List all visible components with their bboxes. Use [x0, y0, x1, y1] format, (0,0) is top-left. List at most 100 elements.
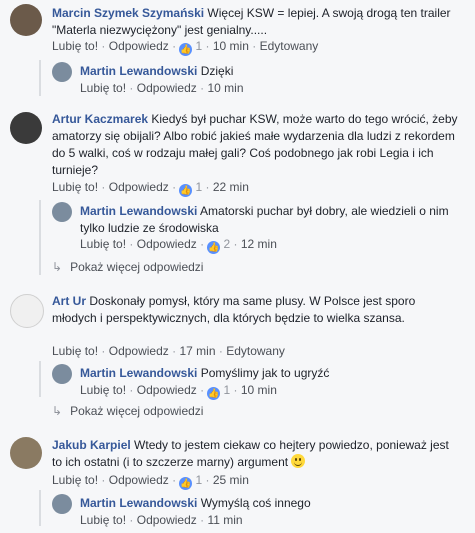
avatar[interactable]	[52, 364, 72, 384]
separator: ·	[200, 237, 205, 251]
like-count[interactable]: 1	[195, 39, 202, 53]
edited-label[interactable]: Edytowany	[260, 39, 319, 53]
separator: ·	[101, 473, 106, 487]
reply-actions: Lubię to! · Odpowiedz · 👍 1 · 10 min	[80, 382, 277, 400]
separator: ·	[129, 383, 134, 397]
comment-text: Doskonały pomysł, który ma same plusy. W…	[52, 294, 416, 325]
reply-link[interactable]: Odpowiedz	[109, 344, 169, 358]
like-link[interactable]: Lubię to!	[80, 383, 126, 397]
separator: ·	[233, 237, 238, 251]
reply-actions: Lubię to! · Odpowiedz · 👍 2 · 12 min	[80, 236, 277, 254]
reply-link[interactable]: Odpowiedz	[109, 473, 169, 487]
reply-thread-line	[39, 60, 41, 96]
reply-thread-line	[39, 361, 41, 397]
separator: ·	[205, 180, 210, 194]
timestamp[interactable]: 17 min	[179, 344, 215, 358]
comment-body: Artur Kaczmarek Kiedyś był puchar KSW, m…	[52, 111, 462, 179]
separator: ·	[172, 344, 177, 358]
reply-author[interactable]: Martin Lewandowski	[80, 496, 197, 510]
comment-actions: Lubię to! · Odpowiedz · 👍 1 · 22 min	[52, 179, 249, 197]
reply-body: Martin Lewandowski Dzięki	[80, 63, 460, 80]
like-count[interactable]: 1	[223, 383, 230, 397]
reply-body: Martin Lewandowski Amatorski puchar był …	[80, 203, 460, 237]
separator: ·	[200, 513, 205, 527]
show-more-replies-link[interactable]: ↳ Pokaż więcej odpowiedzi	[52, 403, 203, 419]
comment-author[interactable]: Marcin Szymek Szymański	[52, 6, 204, 20]
reply-link[interactable]: Odpowiedz	[137, 383, 197, 397]
like-count[interactable]: 2	[223, 237, 230, 251]
reply-text: Wymyślą coś innego	[200, 496, 311, 510]
separator: ·	[129, 81, 134, 95]
comment-author[interactable]: Jakub Karpiel	[52, 438, 131, 452]
thumbs-up-icon[interactable]: 👍	[179, 43, 193, 56]
comment-author[interactable]: Artur Kaczmarek	[52, 112, 148, 126]
like-link[interactable]: Lubię to!	[52, 344, 98, 358]
reply-link[interactable]: Odpowiedz	[109, 39, 169, 53]
avatar[interactable]	[52, 202, 72, 222]
reply-author[interactable]: Martin Lewandowski	[80, 204, 197, 218]
separator: ·	[101, 39, 106, 53]
avatar[interactable]	[52, 494, 72, 514]
separator: ·	[129, 513, 134, 527]
show-more-replies-link[interactable]: ↳ Pokaż więcej odpowiedzi	[52, 259, 203, 275]
separator: ·	[172, 180, 177, 194]
separator: ·	[172, 39, 177, 53]
comment-body: Marcin Szymek Szymański Więcej KSW = lep…	[52, 5, 462, 39]
like-link[interactable]: Lubię to!	[52, 39, 98, 53]
smile-emoji-icon	[291, 454, 306, 468]
avatar[interactable]	[10, 4, 42, 36]
reply-author[interactable]: Martin Lewandowski	[80, 64, 197, 78]
like-link[interactable]: Lubię to!	[52, 473, 98, 487]
reply-body: Martin Lewandowski Wymyślą coś innego	[80, 495, 460, 512]
comment-body: Jakub Karpiel Wtedy to jestem ciekaw co …	[52, 437, 462, 471]
comment-actions: Lubię to! · Odpowiedz · 17 min · Edytowa…	[52, 343, 285, 359]
avatar[interactable]	[10, 294, 44, 328]
reply-link[interactable]: Odpowiedz	[137, 81, 197, 95]
like-link[interactable]: Lubię to!	[80, 513, 126, 527]
show-more-replies-label[interactable]: Pokaż więcej odpowiedzi	[70, 404, 203, 418]
separator: ·	[205, 39, 210, 53]
edited-label[interactable]: Edytowany	[226, 344, 285, 358]
reply-link[interactable]: Odpowiedz	[137, 237, 197, 251]
timestamp[interactable]: 10 min	[241, 383, 277, 397]
separator: ·	[101, 344, 106, 358]
like-count[interactable]: 1	[195, 473, 202, 487]
reply-author[interactable]: Martin Lewandowski	[80, 366, 197, 380]
separator: ·	[233, 383, 238, 397]
avatar[interactable]	[10, 437, 42, 469]
like-link[interactable]: Lubię to!	[80, 81, 126, 95]
timestamp[interactable]: 11 min	[207, 513, 242, 527]
separator: ·	[200, 383, 205, 397]
separator: ·	[172, 473, 177, 487]
timestamp[interactable]: 12 min	[241, 237, 277, 251]
reply-link[interactable]: Odpowiedz	[109, 180, 169, 194]
reply-arrow-icon: ↳	[52, 260, 63, 274]
reply-thread-line	[39, 200, 41, 275]
separator: ·	[218, 344, 223, 358]
show-more-replies-label[interactable]: Pokaż więcej odpowiedzi	[70, 260, 203, 274]
separator: ·	[101, 180, 106, 194]
separator: ·	[200, 81, 205, 95]
reply-actions: Lubię to! · Odpowiedz · 11 min	[80, 512, 243, 528]
timestamp[interactable]: 22 min	[213, 180, 249, 194]
reply-actions: Lubię to! · Odpowiedz · 10 min	[80, 80, 244, 96]
timestamp[interactable]: 25 min	[213, 473, 249, 487]
thumbs-up-icon[interactable]: 👍	[207, 387, 221, 400]
comment-body: Art Ur Doskonały pomysł, który ma same p…	[52, 293, 462, 327]
comment-author[interactable]: Art Ur	[52, 294, 86, 308]
like-count[interactable]: 1	[195, 180, 202, 194]
reply-link[interactable]: Odpowiedz	[137, 513, 197, 527]
separator: ·	[205, 473, 210, 487]
thumbs-up-icon[interactable]: 👍	[179, 477, 193, 490]
reply-thread-line	[39, 490, 41, 526]
thumbs-up-icon[interactable]: 👍	[207, 241, 221, 254]
timestamp[interactable]: 10 min	[213, 39, 249, 53]
separator: ·	[129, 237, 134, 251]
timestamp[interactable]: 10 min	[207, 81, 243, 95]
like-link[interactable]: Lubię to!	[80, 237, 126, 251]
avatar[interactable]	[10, 112, 42, 144]
avatar[interactable]	[52, 62, 72, 82]
like-link[interactable]: Lubię to!	[52, 180, 98, 194]
thumbs-up-icon[interactable]: 👍	[179, 184, 193, 197]
reply-body: Martin Lewandowski Pomyślimy jak to ugry…	[80, 365, 460, 382]
